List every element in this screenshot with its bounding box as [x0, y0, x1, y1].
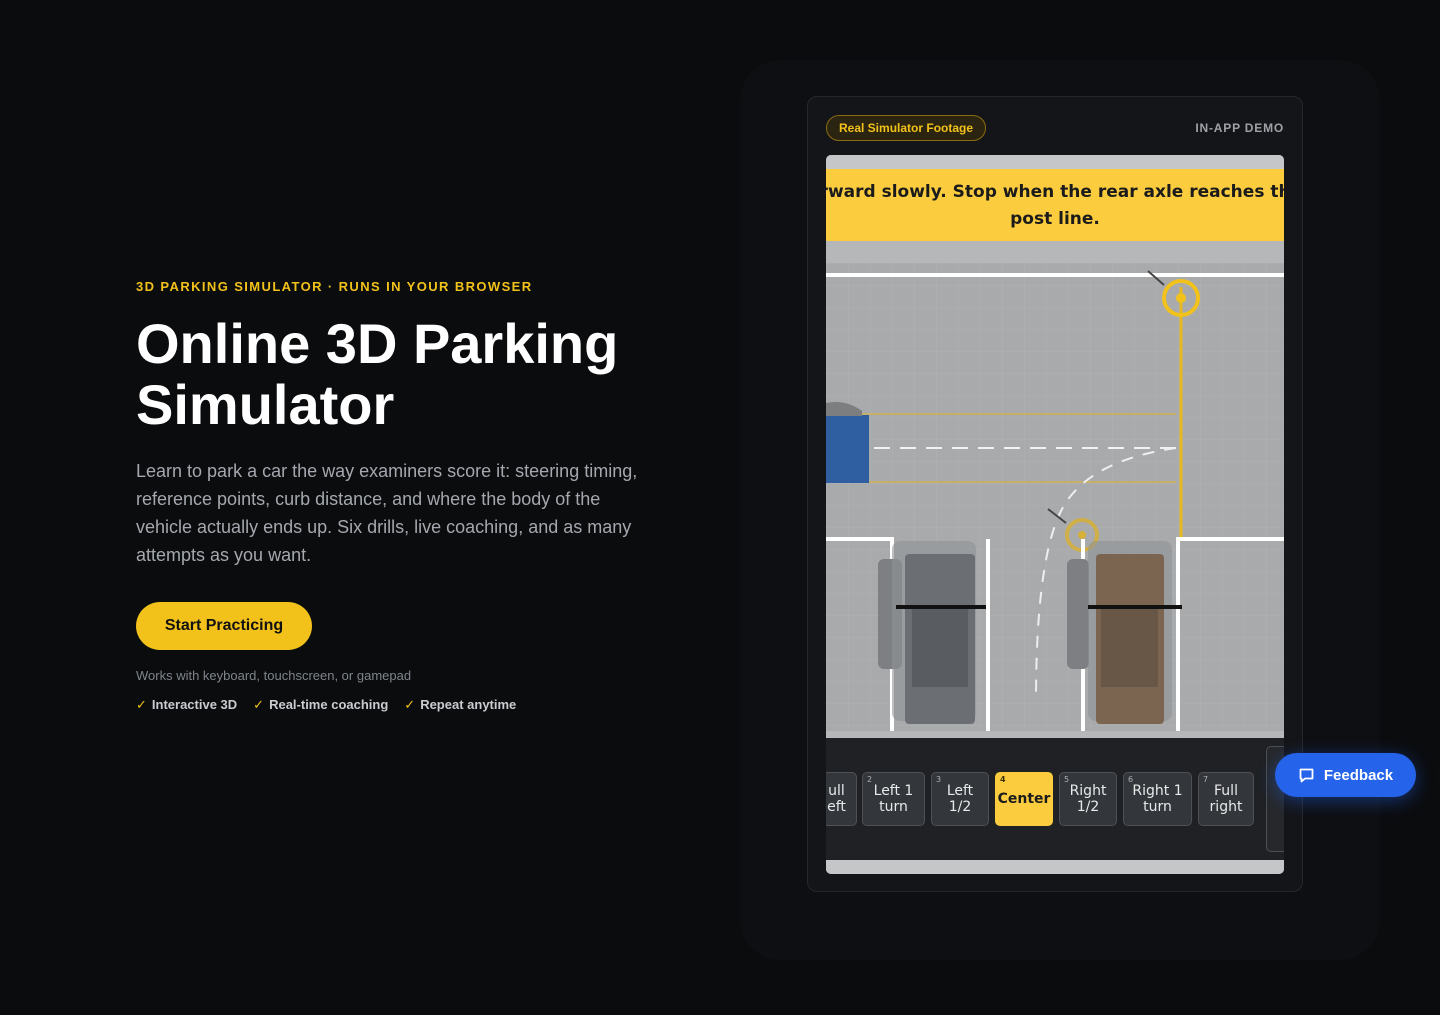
- video-top-bar: [826, 155, 1284, 169]
- demo-card: Real Simulator Footage IN-APP DEMO orwar…: [807, 96, 1303, 892]
- start-practicing-button[interactable]: Start Practicing: [136, 602, 312, 650]
- feature-item: ✓ Real-time coaching: [253, 697, 388, 713]
- feature-label: Interactive 3D: [151, 697, 238, 712]
- steer-left-1-turn-button[interactable]: 2 Left 1 turn: [862, 772, 925, 826]
- steering-control-panel: ull eft 2 Left 1 turn 3 Left 1/2 4 Cente…: [826, 738, 1284, 860]
- feature-item: ✓ Interactive 3D: [136, 697, 237, 713]
- steer-right-half-button[interactable]: 5 Right 1/2: [1059, 772, 1117, 826]
- steer-label: Right 1 turn: [1132, 783, 1183, 815]
- blue-vehicle: [826, 415, 869, 483]
- check-icon: ✓: [404, 697, 416, 712]
- steer-label: Left 1 turn: [873, 783, 914, 815]
- hero-description: Learn to park a car the way examiners sc…: [136, 461, 638, 565]
- footage-badge: Real Simulator Footage: [826, 115, 987, 141]
- steer-shortcut: 6: [1128, 775, 1134, 784]
- feature-item: ✓ Repeat anytime: [404, 697, 516, 713]
- steer-left-half-button[interactable]: 3 Left 1/2: [931, 772, 989, 826]
- steer-shortcut: 7: [1203, 775, 1209, 784]
- parking-scene: [826, 241, 1284, 738]
- steer-label: ull eft: [827, 783, 846, 815]
- page-title: Online 3D Parking Simulator: [136, 312, 619, 436]
- demo-label: IN-APP DEMO: [1195, 121, 1284, 135]
- chat-bubble-icon: [1299, 768, 1314, 782]
- simulator-video[interactable]: orward slowly. Stop when the rear axle r…: [826, 155, 1284, 874]
- steer-full-right-button[interactable]: 7 Full right: [1198, 772, 1254, 826]
- coaching-line-1: orward slowly. Stop when the rear axle r…: [826, 182, 1284, 202]
- input-support-note: Works with keyboard, touchscreen, or gam…: [136, 668, 412, 683]
- parked-gray-vehicle: [878, 541, 986, 724]
- video-bottom-bar: [826, 860, 1284, 874]
- steer-shortcut: 4: [1000, 775, 1006, 784]
- steer-label: Full right: [1209, 783, 1243, 815]
- steer-shortcut: 5: [1064, 775, 1070, 784]
- check-icon: ✓: [253, 697, 265, 712]
- feature-label: Repeat anytime: [420, 697, 517, 712]
- feedback-button[interactable]: Feedback: [1275, 753, 1416, 797]
- steer-label: Center: [997, 791, 1051, 807]
- steer-full-left-button[interactable]: ull eft: [826, 772, 857, 826]
- steer-center-button[interactable]: 4 Center: [995, 772, 1053, 826]
- hero-eyebrow: 3D PARKING SIMULATOR · RUNS IN YOUR BROW…: [136, 279, 533, 294]
- steer-right-1-turn-button[interactable]: 6 Right 1 turn: [1123, 772, 1192, 826]
- coaching-line-2: post line.: [1010, 209, 1100, 229]
- check-icon: ✓: [136, 697, 147, 712]
- steer-label: Left 1/2: [946, 783, 974, 815]
- steer-label: Right 1/2: [1069, 783, 1107, 815]
- coaching-banner: orward slowly. Stop when the rear axle r…: [826, 169, 1284, 241]
- steer-shortcut: 2: [867, 775, 873, 784]
- steer-shortcut: 3: [936, 775, 942, 784]
- feedback-label: Feedback: [1323, 766, 1394, 784]
- feature-list: ✓ Interactive 3D ✓ Real-time coaching ✓ Rep…: [136, 697, 516, 713]
- feature-label: Real-time coaching: [269, 697, 389, 712]
